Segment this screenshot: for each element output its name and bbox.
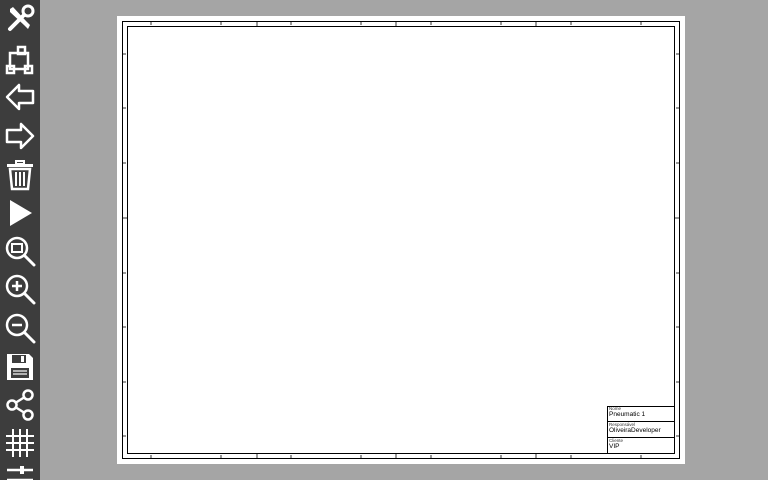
title-block-responsible-row: Responsável OliveiraDeveloper [607,421,675,436]
grid-button[interactable] [1,424,39,462]
zoom-fit-button[interactable] [1,232,39,270]
save-icon [7,354,33,380]
share-icon [6,389,34,421]
drawing-sheet[interactable]: Nome Pneumatic 1 Responsável OliveiraDev… [117,16,685,464]
title-block: Nome Pneumatic 1 Responsável OliveiraDev… [607,406,675,453]
redo-button[interactable] [1,117,39,155]
title-block-name-row: Nome Pneumatic 1 [607,406,675,421]
sheet-frame [122,21,680,459]
sliders-icon [7,466,33,480]
undo-button[interactable] [1,78,39,116]
client-value: VIP [609,443,620,450]
tools-button[interactable] [1,0,39,38]
zoom-out-icon [5,313,36,344]
delete-button[interactable] [1,156,39,194]
components-button[interactable] [1,41,39,79]
settings-sliders-button[interactable] [1,462,39,480]
zoom-out-button[interactable] [1,309,39,347]
component-icon [5,45,34,75]
trash-icon [7,160,33,191]
title-block-client-row: Cliente VIP [607,437,675,453]
arrow-left-icon [5,83,35,111]
canvas-area[interactable]: Nome Pneumatic 1 Responsável OliveiraDev… [40,0,768,480]
zoom-in-button[interactable] [1,270,39,308]
save-button[interactable] [1,348,39,386]
share-button[interactable] [1,386,39,424]
zoom-fit-icon [5,236,36,267]
arrow-right-icon [5,122,35,150]
play-icon [10,200,32,226]
app-window: Nome Pneumatic 1 Responsável OliveiraDev… [0,0,768,480]
responsible-value: OliveiraDeveloper [609,427,661,434]
name-value: Pneumatic 1 [609,411,646,418]
zoom-in-icon [5,274,36,305]
toolbar [0,0,40,480]
simulate-button[interactable] [1,194,39,232]
grid-icon [6,429,34,457]
tools-icon [8,4,35,31]
